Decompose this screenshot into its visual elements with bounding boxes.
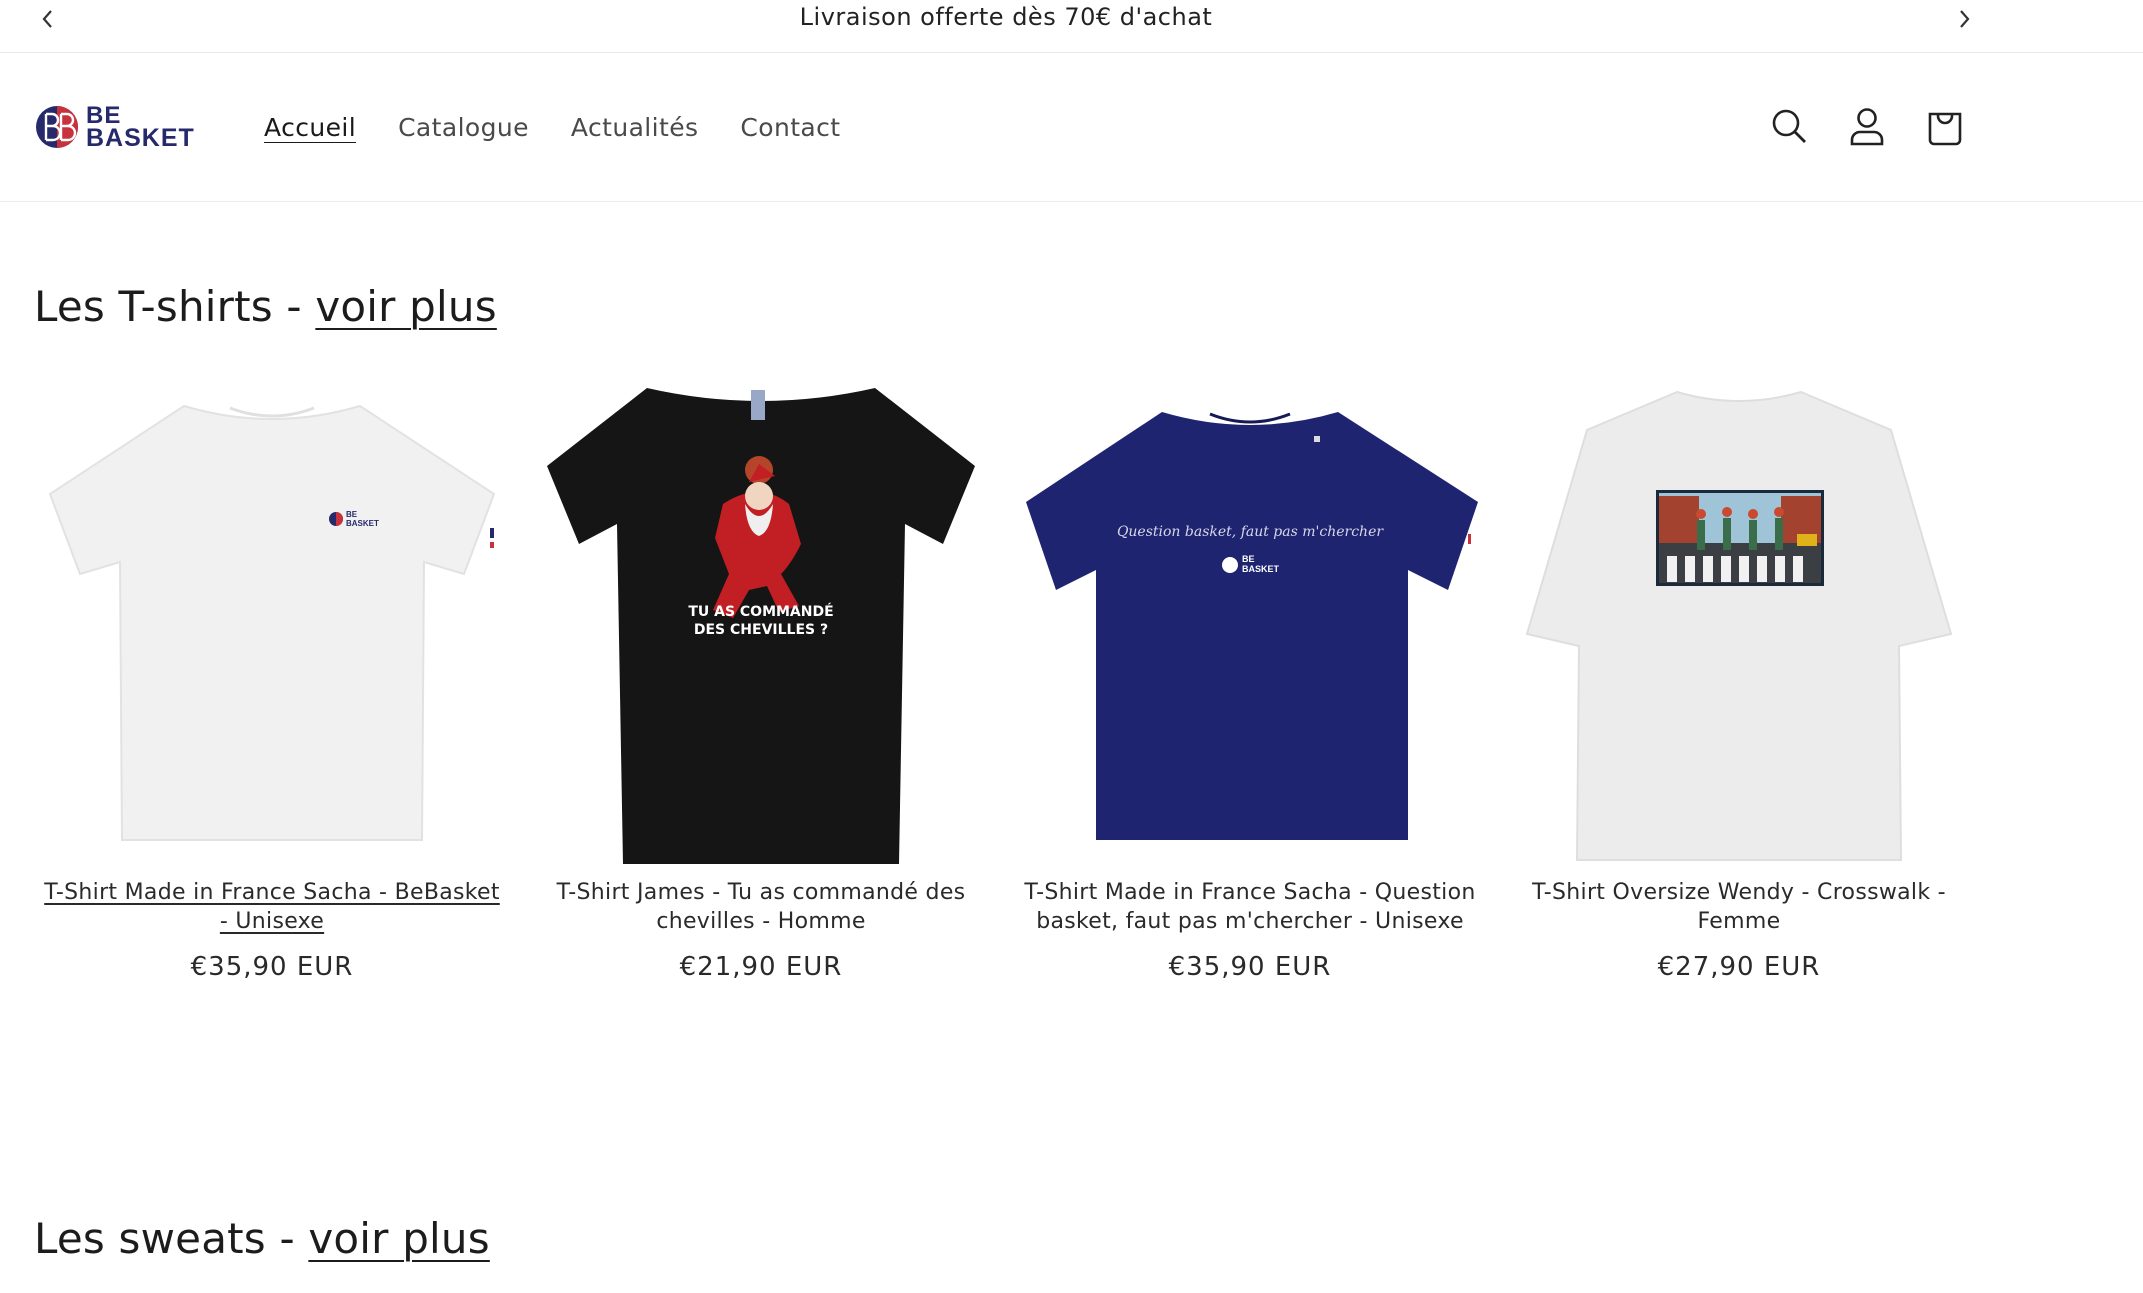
announcement-text: Livraison offerte dès 70€ d'achat	[799, 3, 1213, 31]
nav-item-contact[interactable]: Contact	[740, 113, 840, 142]
oversize-tshirt-image	[1525, 390, 1953, 861]
sweats-see-more-link[interactable]: voir plus	[308, 1214, 489, 1263]
tshirts-section-title: Les T-shirts - voir plus	[34, 282, 497, 331]
product-card: BE BASKET T-Shirt Made in France Sacha -…	[34, 384, 510, 982]
search-icon	[1772, 109, 1806, 143]
chevron-right-icon	[1960, 10, 1970, 28]
black-tshirt-image: TU AS COMMANDÉ DES CHEVILLES ?	[547, 388, 975, 864]
product-price: €21,90 EUR	[679, 952, 843, 982]
product-card: TU AS COMMANDÉ DES CHEVILLES ? T-Shirt J…	[523, 384, 999, 982]
logo-line-2: BASKET	[86, 124, 195, 152]
basketball-logo-icon	[36, 106, 78, 148]
product-title[interactable]: T-Shirt James - Tu as commandé des chevi…	[523, 878, 999, 936]
nav-item-catalogue[interactable]: Catalogue	[398, 113, 529, 142]
account-icon	[1850, 108, 1884, 146]
product-title[interactable]: T-Shirt Made in France Sacha - BeBasket …	[34, 878, 510, 936]
announcement-bar: Livraison offerte dès 70€ d'achat	[0, 0, 2143, 53]
sweats-title-text: Les sweats -	[34, 1214, 309, 1263]
logo-wordmark: BE BASKET	[86, 104, 195, 152]
bebasket-logo[interactable]: BE BASKET	[34, 102, 199, 152]
print-line-1: TU AS COMMANDÉ	[688, 603, 833, 620]
sweats-section-title: Les sweats - voir plus	[34, 1214, 490, 1263]
nav-item-actualites[interactable]: Actualités	[571, 113, 698, 142]
search-button[interactable]	[1766, 103, 1812, 149]
product-price: €27,90 EUR	[1657, 952, 1821, 982]
cart-icon	[1928, 112, 1962, 146]
product-price: €35,90 EUR	[190, 952, 354, 982]
white-tshirt-image: BE BASKET	[48, 404, 496, 841]
product-image[interactable]: BE BASKET	[34, 384, 510, 868]
cart-button[interactable]	[1922, 103, 1968, 149]
navy-tshirt-image: Question basket, faut pas m'chercher BE …	[1026, 412, 1478, 840]
product-grid: BE BASKET T-Shirt Made in France Sacha -…	[34, 384, 1984, 1024]
print-slogan: Question basket, faut pas m'chercher	[1117, 524, 1384, 540]
account-button[interactable]	[1844, 103, 1890, 149]
product-image[interactable]: Question basket, faut pas m'chercher BE …	[1012, 384, 1488, 868]
product-card: Question basket, faut pas m'chercher BE …	[1012, 384, 1488, 982]
product-title[interactable]: T-Shirt Made in France Sacha - Question …	[1012, 878, 1488, 936]
site-header: BE BASKET Accueil Catalogue Actualités C…	[0, 53, 2143, 202]
svg-text:BASKET: BASKET	[346, 519, 379, 528]
svg-text:BE: BE	[1242, 554, 1255, 564]
product-card: T-Shirt Oversize Wendy - Crosswalk - Fem…	[1501, 384, 1977, 982]
product-image[interactable]: TU AS COMMANDÉ DES CHEVILLES ?	[523, 384, 999, 868]
next-announcement-button[interactable]	[1946, 2, 1982, 36]
product-title[interactable]: T-Shirt Oversize Wendy - Crosswalk - Fem…	[1501, 878, 1977, 936]
nav-item-accueil[interactable]: Accueil	[264, 113, 356, 142]
main-nav: Accueil Catalogue Actualités Contact	[264, 113, 840, 142]
product-price: €35,90 EUR	[1168, 952, 1332, 982]
svg-text:BE: BE	[346, 510, 358, 519]
print-line-2: DES CHEVILLES ?	[694, 622, 828, 638]
product-image[interactable]	[1501, 384, 1977, 868]
tshirts-title-text: Les T-shirts -	[34, 282, 316, 331]
svg-text:BASKET: BASKET	[1242, 564, 1280, 574]
tshirts-see-more-link[interactable]: voir plus	[315, 282, 496, 331]
